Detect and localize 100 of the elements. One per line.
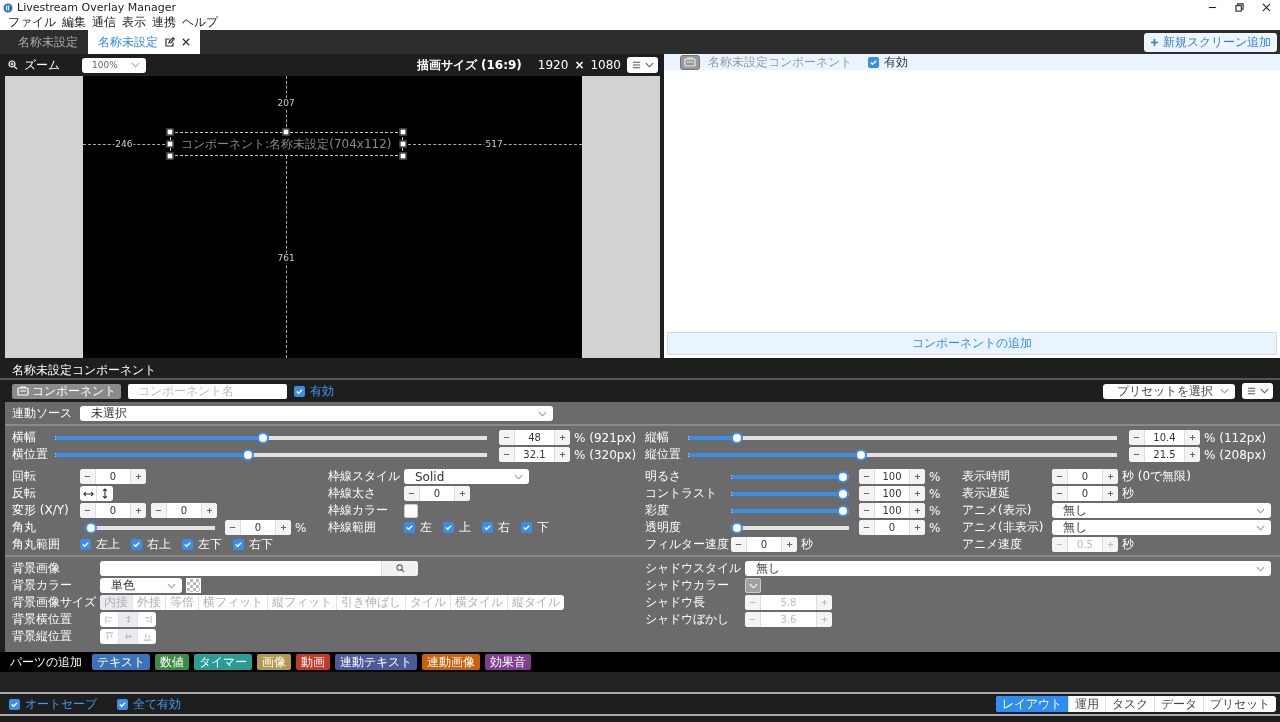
- slider-thumb[interactable]: [731, 431, 744, 444]
- preset-dropdown[interactable]: プリセットを選択: [1103, 383, 1235, 399]
- decrement-button[interactable]: [1129, 430, 1145, 445]
- number-stepper[interactable]: 100: [859, 486, 925, 501]
- number-field[interactable]: 0: [747, 537, 781, 552]
- increment-button[interactable]: [554, 447, 570, 462]
- decrement-button[interactable]: [151, 503, 167, 518]
- slider-thumb[interactable]: [837, 470, 849, 483]
- number-field[interactable]: 0: [420, 486, 454, 501]
- number-stepper[interactable]: 0: [225, 520, 291, 535]
- increment-button[interactable]: [909, 486, 925, 501]
- restore-icon[interactable]: [1235, 3, 1244, 12]
- tab[interactable]: 名称未設定: [8, 30, 88, 54]
- number-field[interactable]: 0: [875, 520, 909, 535]
- zoom-dropdown[interactable]: 100%: [82, 57, 146, 73]
- decrement-button[interactable]: [1052, 469, 1068, 484]
- tab[interactable]: 名称未設定: [88, 30, 200, 54]
- menu-item[interactable]: 通信: [92, 14, 116, 31]
- resize-handle[interactable]: [282, 128, 290, 136]
- number-field[interactable]: 48: [515, 430, 554, 445]
- dropdown[interactable]: 未選択: [80, 406, 553, 421]
- increment-button[interactable]: [781, 537, 797, 552]
- slider-thumb[interactable]: [731, 521, 743, 534]
- number-stepper[interactable]: 0: [151, 503, 217, 518]
- decrement-button[interactable]: [499, 447, 515, 462]
- number-stepper[interactable]: 100: [859, 503, 925, 518]
- add-part-button[interactable]: 連動画像: [422, 654, 480, 670]
- checkbox[interactable]: [868, 56, 879, 68]
- checkbox[interactable]: [482, 522, 493, 533]
- color-picker-button[interactable]: [745, 578, 761, 593]
- slider-thumb[interactable]: [854, 448, 867, 461]
- checkbox[interactable]: [117, 698, 128, 710]
- new-screen-button[interactable]: 新規スクリーン追加: [1144, 32, 1277, 52]
- decrement-button[interactable]: [1052, 486, 1068, 501]
- increment-button[interactable]: [909, 520, 925, 535]
- increment-button[interactable]: [454, 486, 470, 501]
- edit-icon[interactable]: [165, 37, 175, 47]
- dropdown[interactable]: 単色: [100, 578, 182, 593]
- number-field[interactable]: 0: [96, 469, 130, 484]
- number-stepper[interactable]: 0: [80, 503, 146, 518]
- add-part-button[interactable]: 数値: [155, 654, 189, 670]
- number-stepper[interactable]: 100: [859, 469, 925, 484]
- dropdown[interactable]: 無し: [1052, 520, 1271, 535]
- decrement-button[interactable]: [499, 430, 515, 445]
- increment-button[interactable]: [1102, 486, 1118, 501]
- tab[interactable]: データ: [1155, 696, 1204, 712]
- checkbox[interactable]: [80, 539, 91, 550]
- number-field[interactable]: 0: [1068, 486, 1102, 501]
- add-part-button[interactable]: 効果音: [485, 654, 531, 670]
- number-field[interactable]: 21.5: [1145, 447, 1184, 462]
- increment-button[interactable]: [554, 430, 570, 445]
- number-field[interactable]: 0: [1068, 469, 1102, 484]
- slider-thumb[interactable]: [837, 487, 849, 500]
- increment-button[interactable]: [909, 503, 925, 518]
- decrement-button[interactable]: [859, 469, 875, 484]
- checkbox[interactable]: [233, 539, 244, 550]
- number-stepper[interactable]: 0: [1052, 469, 1118, 484]
- slider-thumb[interactable]: [85, 521, 97, 534]
- menu-item[interactable]: 表示: [122, 14, 146, 31]
- close-icon[interactable]: [1262, 3, 1271, 12]
- slider-thumb[interactable]: [242, 448, 255, 461]
- decrement-button[interactable]: [859, 503, 875, 518]
- menu-item[interactable]: 編集: [62, 14, 86, 31]
- slider-thumb[interactable]: [256, 431, 269, 444]
- menu-item[interactable]: ヘルプ: [182, 14, 218, 31]
- increment-button[interactable]: [909, 469, 925, 484]
- increment-button[interactable]: [1102, 469, 1118, 484]
- number-field[interactable]: 32.1: [515, 447, 554, 462]
- decrement-button[interactable]: [80, 503, 96, 518]
- number-field[interactable]: 0: [167, 503, 201, 518]
- canvas[interactable]: コンポーネント:名称未設定(704x112) 207 246 517 761: [83, 76, 582, 358]
- dropdown[interactable]: 無し: [1052, 503, 1271, 518]
- increment-button[interactable]: [275, 520, 291, 535]
- increment-button[interactable]: [1184, 430, 1200, 445]
- number-stepper[interactable]: 0: [859, 520, 925, 535]
- checkbox[interactable]: [9, 698, 20, 710]
- component-type-button[interactable]: [680, 54, 700, 70]
- tab[interactable]: タスク: [1106, 696, 1155, 712]
- number-stepper[interactable]: 0: [404, 486, 470, 501]
- decrement-button[interactable]: [1129, 447, 1145, 462]
- number-field[interactable]: 100: [875, 486, 909, 501]
- close-icon[interactable]: [182, 38, 190, 46]
- add-part-button[interactable]: 動画: [296, 654, 330, 670]
- checkbox[interactable]: [182, 539, 193, 550]
- color-swatch[interactable]: [404, 503, 418, 518]
- number-stepper[interactable]: 32.1: [499, 447, 570, 462]
- decrement-button[interactable]: [859, 520, 875, 535]
- increment-button[interactable]: [1184, 447, 1200, 462]
- increment-button[interactable]: [201, 503, 217, 518]
- decrement-button[interactable]: [80, 469, 96, 484]
- file-field[interactable]: [100, 561, 418, 576]
- number-field[interactable]: 100: [875, 469, 909, 484]
- checkbox[interactable]: [443, 522, 454, 533]
- slider-thumb[interactable]: [837, 504, 849, 517]
- dropdown[interactable]: Solid: [404, 469, 529, 484]
- number-field[interactable]: 0: [241, 520, 275, 535]
- number-stepper[interactable]: 48: [499, 430, 570, 445]
- dropdown[interactable]: 無し: [745, 561, 1271, 576]
- menu-item[interactable]: 連携: [152, 14, 176, 31]
- checkbox[interactable]: [131, 539, 142, 550]
